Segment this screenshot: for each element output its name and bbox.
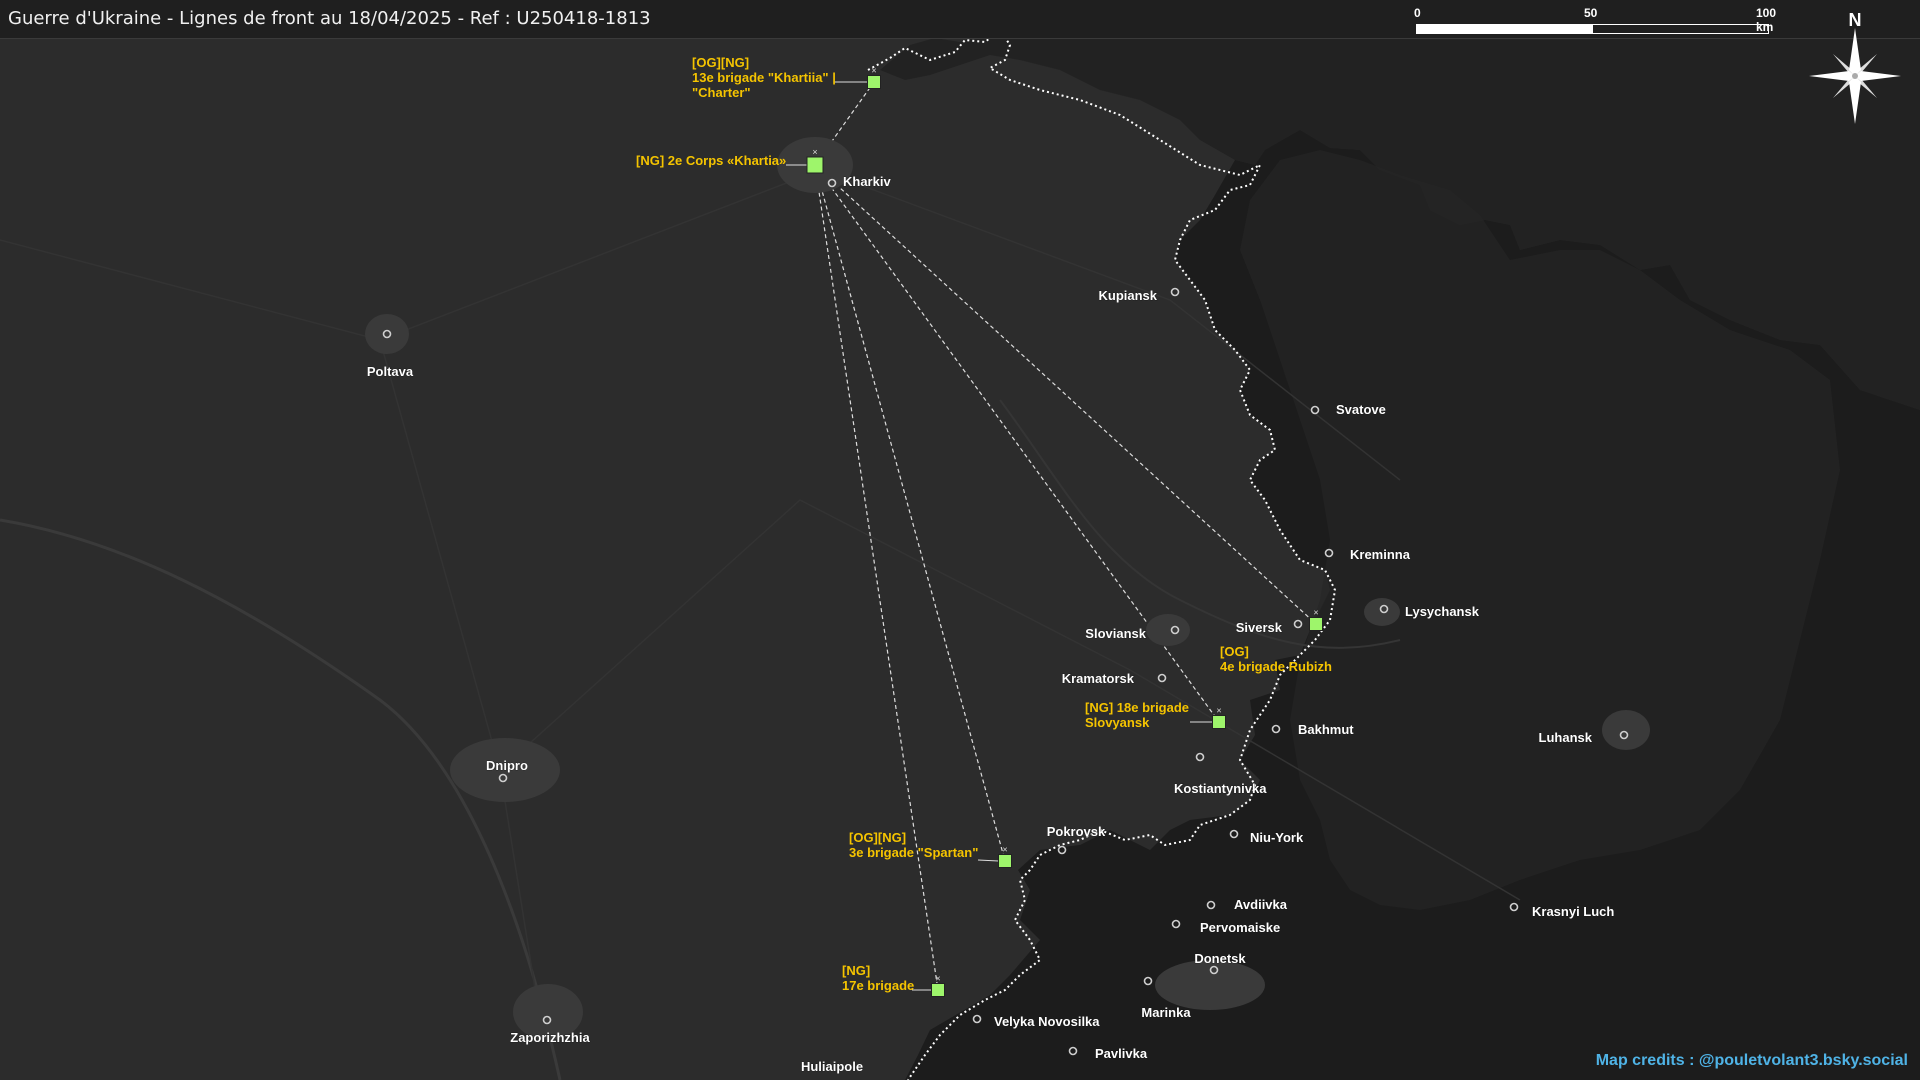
city-label-velyka-novosilka: Velyka Novosilka [994,1014,1100,1029]
scale-label-50: 50 [1584,6,1598,20]
unit-label-4e-brigade: [OG] [1220,644,1249,659]
city-label-zaporizhzhia: Zaporizhzhia [510,1030,590,1045]
city-label-kostiantynivka: Kostiantynivka [1174,781,1267,796]
unit-label-13e-brigade: 13e brigade "Khartiia" | [692,70,836,85]
unit-echelon-icon: × [1313,608,1318,618]
city-label-kupiansk: Kupiansk [1098,288,1157,303]
unit-label-3e-brigade: 3e brigade "Spartan" [849,845,978,860]
scale-label-0: 0 [1414,6,1421,20]
city-label-dnipro: Dnipro [486,758,528,773]
unit-label-2e-corps: [NG] 2e Corps «Khartia» [636,153,786,168]
compass-north-label: N [1849,10,1862,30]
unit-label-13e-brigade: "Charter" [692,85,751,100]
city-label-sloviansk: Sloviansk [1085,626,1146,641]
city-label-krasnyi-luch: Krasnyi Luch [1532,904,1614,919]
unit-label-13e-brigade: [OG][NG] [692,55,749,70]
city-label-svatove: Svatove [1336,402,1386,417]
unit-echelon-icon: × [1216,706,1221,716]
unit-label-18e-brigade: [NG] 18e brigade [1085,700,1189,715]
unit-echelon-icon: × [1002,845,1007,855]
scale-segment-empty [1592,24,1769,34]
map-title: Guerre d'Ukraine - Lignes de front au 18… [8,8,651,29]
city-label-pervomaiske: Pervomaiske [1200,920,1280,935]
unit-marker-17e-brigade[interactable] [931,983,945,997]
city-label-donetsk: Donetsk [1194,951,1246,966]
city-label-bakhmut: Bakhmut [1298,722,1354,737]
city-label-kreminna: Kreminna [1350,547,1411,562]
unit-echelon-icon: × [935,974,940,984]
unit-echelon-icon: × [871,66,876,76]
map-canvas[interactable]: Kharkiv Poltava Kupiansk Svatove Kreminna Lys… [0,0,1920,1080]
unit-marker-2e-corps[interactable] [806,156,824,174]
city-label-niu-york: Niu-York [1250,830,1304,845]
city-label-kharkiv: Kharkiv [843,174,891,189]
city-label-lysychansk: Lysychansk [1405,604,1480,619]
city-label-kramatorsk: Kramatorsk [1062,671,1135,686]
scale-bar: 0 50 100 km [1414,6,1776,36]
unit-marker-4e-brigade[interactable] [1309,617,1323,631]
city-label-pavlivka: Pavlivka [1095,1046,1148,1061]
scale-segment-filled [1416,24,1593,34]
city-label-pokrovsk: Pokrovsk [1047,824,1106,839]
city-label-huliaipole: Huliaipole [801,1059,863,1074]
city-label-poltava: Poltava [367,364,414,379]
unit-label-17e-brigade: 17e brigade [842,978,914,993]
compass-rose-icon: N [1805,6,1905,124]
map-credits[interactable]: Map credits : @pouletvolant3.bsky.social [1596,1052,1908,1070]
unit-label-3e-brigade: [OG][NG] [849,830,906,845]
unit-label-17e-brigade: [NG] [842,963,870,978]
city-label-siversk: Siversk [1236,620,1283,635]
unit-label-4e-brigade: 4e brigade Rubizh [1220,659,1332,674]
unit-marker-18e-brigade[interactable] [1212,715,1226,729]
city-label-luhansk: Luhansk [1539,730,1593,745]
city-label-marinka: Marinka [1141,1005,1191,1020]
city-label-avdiivka: Avdiivka [1234,897,1288,912]
unit-label-18e-brigade: Slovyansk [1085,715,1150,730]
unit-echelon-icon: × [812,147,817,157]
unit-marker-3e-brigade[interactable] [998,854,1012,868]
unit-marker-13e-brigade[interactable] [867,75,881,89]
